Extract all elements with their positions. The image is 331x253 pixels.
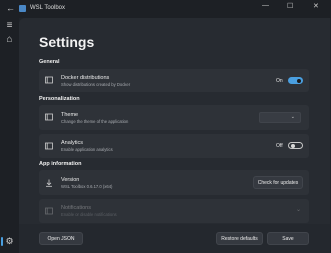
analytics-icon (45, 142, 53, 150)
settings-icon[interactable]: ⚙ (4, 236, 15, 247)
window-title: WSL Toolbox (30, 5, 66, 11)
container-icon (45, 76, 53, 84)
maximize-button[interactable]: ☐ (287, 2, 293, 10)
settings-page: Settings General Docker distributions Sh… (19, 18, 330, 253)
navigation-rail: ≡ ⌂ ⚙ (0, 18, 19, 253)
menu-icon[interactable]: ≡ (4, 20, 15, 31)
analytics-title: Analytics (61, 140, 84, 146)
version-card: Version WSL Toolbox 0.6.17.0 (x64) Check… (39, 170, 309, 195)
app-logo-icon (19, 5, 26, 12)
check-for-updates-button[interactable]: Check for updates (253, 176, 303, 189)
footer-bar: Open JSON Restore defaults Save (19, 224, 330, 253)
save-button[interactable]: Save (267, 232, 309, 245)
theme-card: Theme Change the theme of the applicatio… (39, 105, 309, 130)
section-personalization: Personalization (39, 96, 80, 102)
section-app-information: App information (39, 161, 82, 167)
open-json-button[interactable]: Open JSON (39, 232, 83, 245)
app-window: ← WSL Toolbox — ☐ ✕ ≡ ⌂ ⚙ Settings Gener… (0, 0, 331, 253)
theme-icon (45, 113, 53, 121)
back-arrow-icon[interactable]: ← (6, 3, 15, 13)
restore-defaults-button[interactable]: Restore defaults (216, 232, 263, 245)
download-icon (45, 179, 53, 187)
notifications-icon (45, 207, 53, 215)
analytics-card: Analytics Enable application analytics O… (39, 134, 309, 158)
version-title: Version (61, 177, 80, 183)
page-title: Settings (39, 34, 95, 50)
section-general: General (39, 59, 60, 65)
minimize-button[interactable]: — (262, 2, 269, 9)
analytics-state-label: Off (276, 143, 283, 149)
theme-description: Change the theme of the application (61, 119, 129, 124)
title-bar: ← WSL Toolbox — ☐ ✕ (0, 0, 331, 18)
docker-toggle[interactable] (288, 77, 303, 84)
theme-dropdown[interactable]: ⌄ (259, 112, 301, 123)
docker-description: Show distributions created by Docker (61, 82, 131, 87)
home-icon[interactable]: ⌂ (4, 34, 15, 45)
analytics-description: Enable application analytics (61, 147, 113, 152)
selection-indicator (1, 237, 3, 246)
theme-title: Theme (61, 112, 79, 118)
docker-distributions-card: Docker distributions Show distributions … (39, 69, 309, 92)
docker-state-label: On (276, 78, 283, 84)
chevron-down-icon: ⌄ (290, 114, 295, 120)
version-value: WSL Toolbox 0.6.17.0 (x64) (61, 184, 113, 189)
notifications-card: Notifications Enable or disable notifica… (39, 199, 309, 223)
close-button[interactable]: ✕ (313, 2, 319, 10)
notifications-description: Enable or disable notifications (61, 212, 117, 217)
notifications-title: Notifications (61, 205, 91, 211)
docker-title: Docker distributions (61, 75, 110, 81)
analytics-toggle[interactable] (288, 142, 303, 149)
chevron-down-icon: ⌄ (296, 207, 302, 213)
